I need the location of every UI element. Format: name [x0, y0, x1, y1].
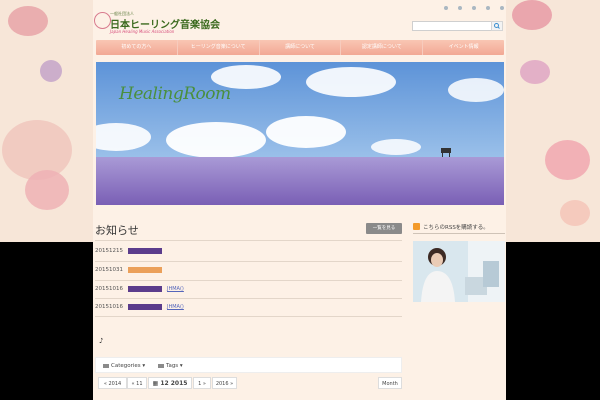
flower-decoration: [40, 60, 62, 82]
search-input[interactable]: [412, 21, 493, 31]
next-month-button[interactable]: 1 »: [193, 377, 211, 389]
month-view-button[interactable]: Month: [378, 377, 402, 389]
flower-decoration: [520, 60, 550, 84]
news-date: 20151215: [95, 248, 123, 254]
news-link[interactable]: JHMA(): [167, 286, 184, 292]
tags-label: Tags: [166, 363, 179, 369]
divider: [413, 233, 505, 234]
flower-decoration: [560, 200, 590, 226]
search-button[interactable]: [491, 21, 503, 31]
main-nav: 初めての方へ ヒーリング音楽について 講師について 認定講師について イベント情…: [96, 40, 504, 55]
calendar-nav: « 2014 « 11 ▦ 12 2015 1 » 2016 » Month: [95, 377, 402, 390]
rss-subscribe[interactable]: こちらのRSSを購読する。: [413, 222, 505, 234]
hero-banner: HealingRoom: [96, 62, 504, 205]
hero-title: HealingRoom: [119, 84, 231, 104]
divider: [95, 298, 402, 299]
heart-logo-icon: [94, 12, 111, 29]
current-month-label: 12 2015: [160, 380, 188, 387]
current-month[interactable]: ▦ 12 2015: [148, 377, 192, 389]
nav-item-events[interactable]: イベント情報: [423, 40, 504, 55]
nav-item-first-time[interactable]: 初めての方へ: [96, 40, 178, 55]
news-heading: お知らせ: [95, 224, 139, 237]
divider: [95, 316, 402, 317]
categories-label: Categories: [111, 363, 141, 369]
tags-dropdown[interactable]: Tags ▾: [158, 358, 183, 374]
social-icon[interactable]: [458, 6, 462, 10]
logo-english: Japan Healing Music Association: [110, 29, 175, 34]
search-icon: [494, 23, 500, 29]
music-note: ♪: [99, 337, 104, 345]
search-form: [412, 21, 503, 31]
nav-item-instructors[interactable]: 講師について: [260, 40, 342, 55]
flower-decoration: [512, 0, 552, 30]
divider: [95, 280, 402, 281]
social-icon[interactable]: [472, 6, 476, 10]
flower-decoration: [545, 140, 590, 180]
news-link[interactable]: JHMA(): [167, 304, 184, 310]
filter-bar: Categories ▾ Tags ▾: [95, 357, 402, 373]
nav-item-certified[interactable]: 認定講師について: [341, 40, 424, 55]
photo-image: [413, 241, 505, 302]
news-category-tag: [128, 248, 162, 254]
page-container: 一般社団法人 日本ヒーリング音楽協会 Japan Healing Music A…: [93, 0, 506, 400]
news-row[interactable]: 20151016 JHMA(): [95, 285, 402, 295]
social-icon[interactable]: [486, 6, 490, 10]
view-all-button[interactable]: 一覧を見る: [366, 223, 402, 234]
tag-icon: [158, 363, 164, 368]
news-category-tag: [128, 304, 162, 310]
news-row[interactable]: 20151215: [95, 247, 402, 257]
rss-label: こちらのRSSを購読する。: [423, 225, 489, 231]
prev-month-button[interactable]: « 11: [127, 377, 147, 389]
news-row[interactable]: 20151031: [95, 266, 402, 276]
social-icon[interactable]: [500, 6, 504, 10]
news-date: 20151016: [95, 286, 123, 292]
rss-icon: [413, 223, 420, 230]
news-category-tag: [128, 267, 162, 273]
news-date: 20151031: [95, 267, 123, 273]
prev-year-button[interactable]: « 2014: [98, 377, 127, 389]
social-icon[interactable]: [444, 6, 448, 10]
news-date: 20151016: [95, 304, 123, 310]
site-logo[interactable]: 一般社団法人 日本ヒーリング音楽協会 Japan Healing Music A…: [93, 10, 220, 34]
flower-decoration: [25, 170, 69, 210]
nav-item-healing-music[interactable]: ヒーリング音楽について: [178, 40, 260, 55]
next-year-button[interactable]: 2016 »: [212, 377, 237, 389]
news-category-tag: [128, 286, 162, 292]
divider: [95, 261, 402, 262]
instructor-photo: [413, 241, 505, 302]
divider: [95, 240, 402, 241]
flower-decoration: [8, 6, 48, 36]
news-row[interactable]: 20151016 JHMA(): [95, 303, 402, 313]
categories-dropdown[interactable]: Categories ▾: [103, 358, 145, 374]
folder-icon: [103, 363, 109, 368]
